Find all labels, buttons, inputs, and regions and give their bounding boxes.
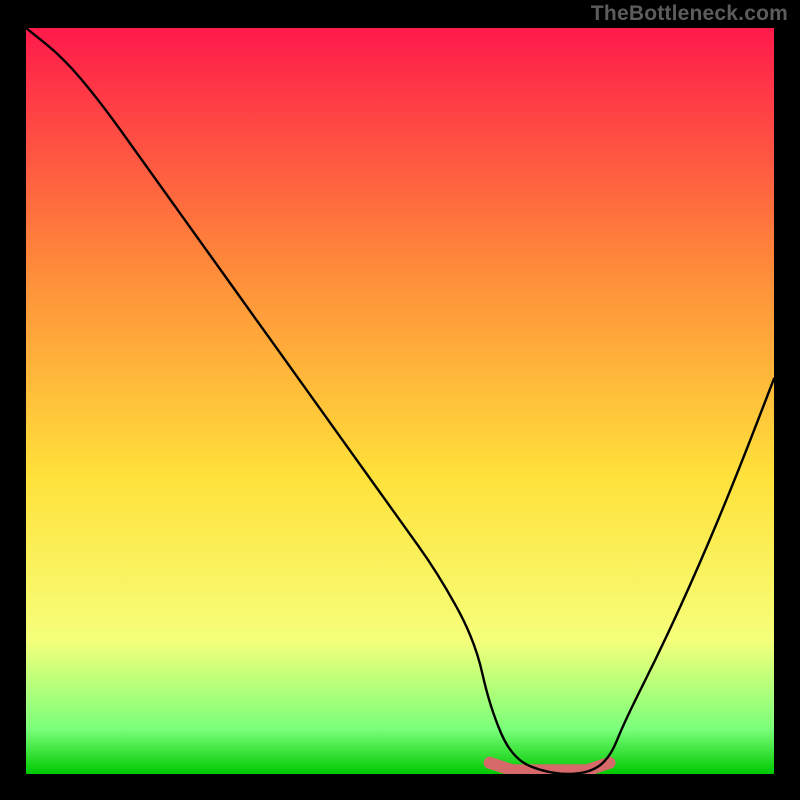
- watermark-text: TheBottleneck.com: [591, 2, 788, 26]
- chart-frame: TheBottleneck.com: [0, 0, 800, 800]
- gradient-background: [26, 28, 774, 774]
- chart-plot: [26, 28, 774, 774]
- chart-svg: [26, 28, 774, 774]
- optimal-left-marker: [484, 757, 496, 769]
